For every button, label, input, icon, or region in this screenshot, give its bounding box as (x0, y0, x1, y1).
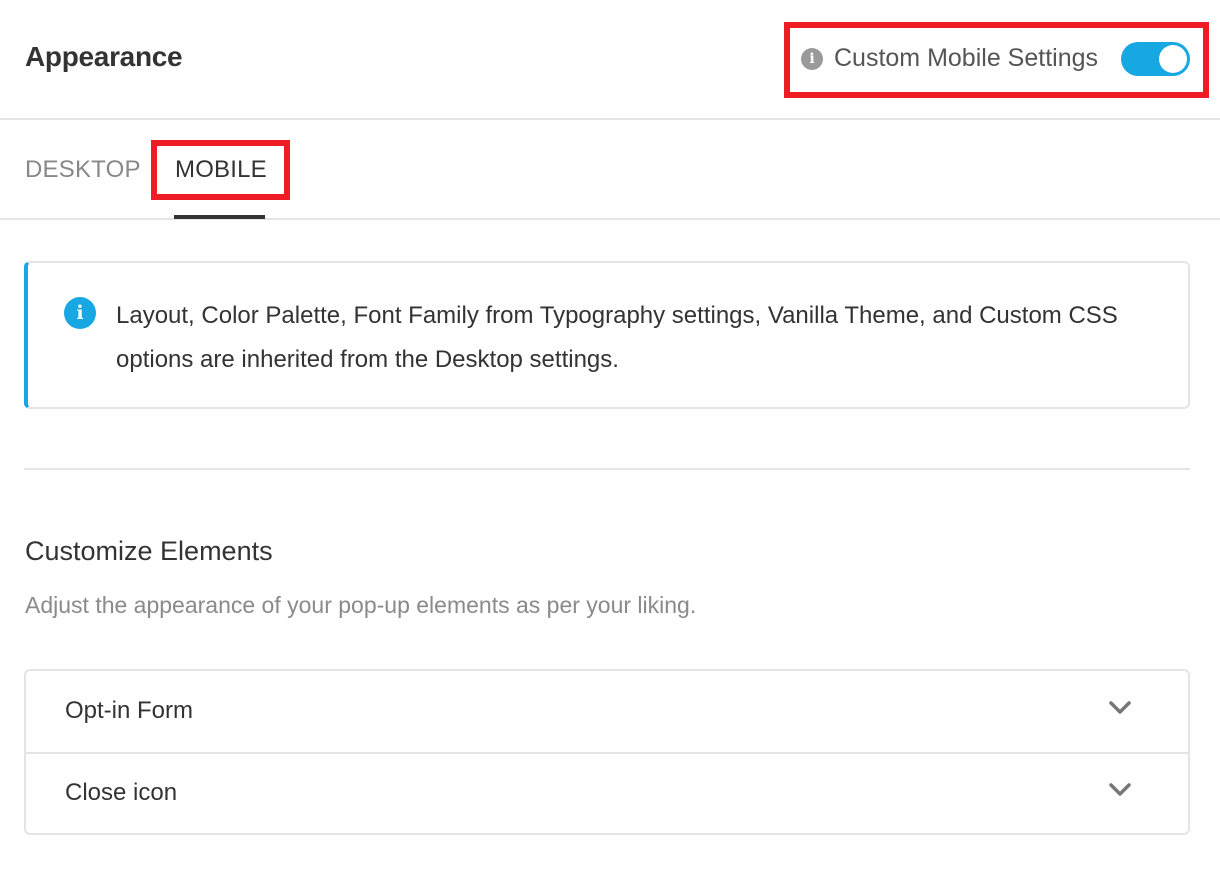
tab-desktop[interactable]: DESKTOP (25, 156, 141, 184)
info-icon: i (64, 297, 96, 329)
notice-text: Layout, Color Palette, Font Family from … (116, 302, 1118, 373)
section-divider (24, 468, 1190, 470)
page-title: Appearance (25, 41, 183, 72)
custom-mobile-settings-toggle[interactable] (1121, 42, 1190, 76)
accordion-item-close-icon[interactable]: Close icon (26, 753, 1188, 834)
accordion-item-label: Close icon (65, 779, 178, 806)
active-tab-indicator (174, 215, 265, 219)
section-title: Customize Elements (25, 536, 273, 566)
accordion-item-label: Opt-in Form (65, 697, 194, 724)
toggle-knob (1159, 45, 1187, 73)
info-icon[interactable]: i (801, 48, 823, 70)
highlight-box-mobile-tab (151, 140, 290, 200)
custom-mobile-settings-label: Custom Mobile Settings (834, 44, 1099, 72)
chevron-down-icon[interactable] (1109, 783, 1131, 797)
accordion-item-opt-in-form[interactable]: Opt-in Form (26, 671, 1188, 754)
elements-accordion: Opt-in Form Close icon (24, 669, 1190, 835)
chevron-down-icon[interactable] (1109, 701, 1131, 715)
section-description: Adjust the appearance of your pop-up ele… (25, 592, 697, 618)
